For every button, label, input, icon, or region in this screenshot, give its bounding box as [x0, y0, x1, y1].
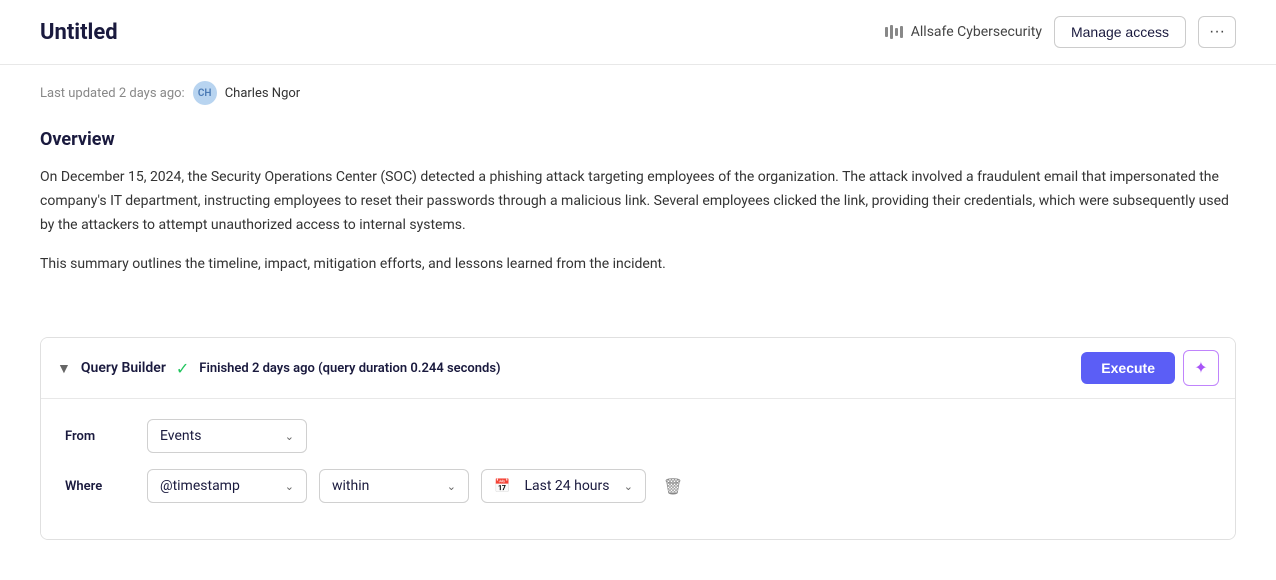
delete-condition-button[interactable]: 🗑	[658, 471, 688, 501]
query-builder-label: Query Builder	[81, 360, 166, 376]
org-name: Allsafe Cybersecurity	[911, 24, 1042, 40]
execute-button[interactable]: Execute	[1081, 352, 1175, 384]
org-icon	[885, 25, 903, 39]
overview-paragraph-1: On December 15, 2024, the Security Opera…	[40, 166, 1236, 237]
within-value: within	[332, 478, 369, 494]
query-builder-header-right: Execute ✦	[1081, 350, 1219, 386]
page-title: Untitled	[40, 20, 118, 45]
query-body: From Events ⌄ Where @timestamp ⌄ within …	[41, 399, 1235, 539]
manage-access-button[interactable]: Manage access	[1054, 16, 1186, 48]
more-options-button[interactable]: ···	[1198, 16, 1236, 48]
query-builder-header-left: ▼ Query Builder ✓ Finished 2 days ago (q…	[57, 359, 501, 378]
overview-title: Overview	[40, 129, 1236, 150]
author-name: Charles Ngor	[225, 86, 300, 101]
from-select[interactable]: Events ⌄	[147, 419, 307, 453]
from-value: Events	[160, 428, 201, 444]
from-row: From Events ⌄	[65, 419, 1211, 453]
time-value: Last 24 hours	[524, 478, 609, 494]
content-area: Overview On December 15, 2024, the Secur…	[0, 105, 1276, 317]
within-chevron-icon: ⌄	[447, 480, 456, 493]
from-label: From	[65, 429, 135, 444]
within-select[interactable]: within ⌄	[319, 469, 469, 503]
header-actions: Allsafe Cybersecurity Manage access ···	[885, 16, 1236, 48]
calendar-icon: 📅	[494, 479, 510, 494]
where-row: Where @timestamp ⌄ within ⌄ 📅 Last 24 ho…	[65, 469, 1211, 503]
avatar: CH	[193, 81, 217, 105]
ai-sparkle-button[interactable]: ✦	[1183, 350, 1219, 386]
page-header: Untitled Allsafe Cybersecurity Manage ac…	[0, 0, 1276, 65]
timestamp-select[interactable]: @timestamp ⌄	[147, 469, 307, 503]
overview-paragraph-2: This summary outlines the timeline, impa…	[40, 253, 1236, 277]
query-builder-header: ▼ Query Builder ✓ Finished 2 days ago (q…	[41, 338, 1235, 399]
org-section: Allsafe Cybersecurity	[885, 24, 1042, 40]
query-status-text: Finished 2 days ago (query duration 0.24…	[199, 361, 500, 376]
timestamp-chevron-icon: ⌄	[285, 480, 294, 493]
query-builder-container: ▼ Query Builder ✓ Finished 2 days ago (q…	[40, 337, 1236, 540]
time-chevron-icon: ⌄	[624, 480, 633, 493]
from-chevron-icon: ⌄	[285, 430, 294, 443]
timestamp-value: @timestamp	[160, 478, 240, 494]
collapse-icon[interactable]: ▼	[57, 360, 71, 377]
meta-row: Last updated 2 days ago: CH Charles Ngor	[0, 65, 1276, 105]
where-label: Where	[65, 479, 135, 494]
time-range-select[interactable]: 📅 Last 24 hours ⌄	[481, 469, 646, 503]
check-icon: ✓	[176, 359, 189, 378]
last-updated-text: Last updated 2 days ago:	[40, 86, 185, 101]
